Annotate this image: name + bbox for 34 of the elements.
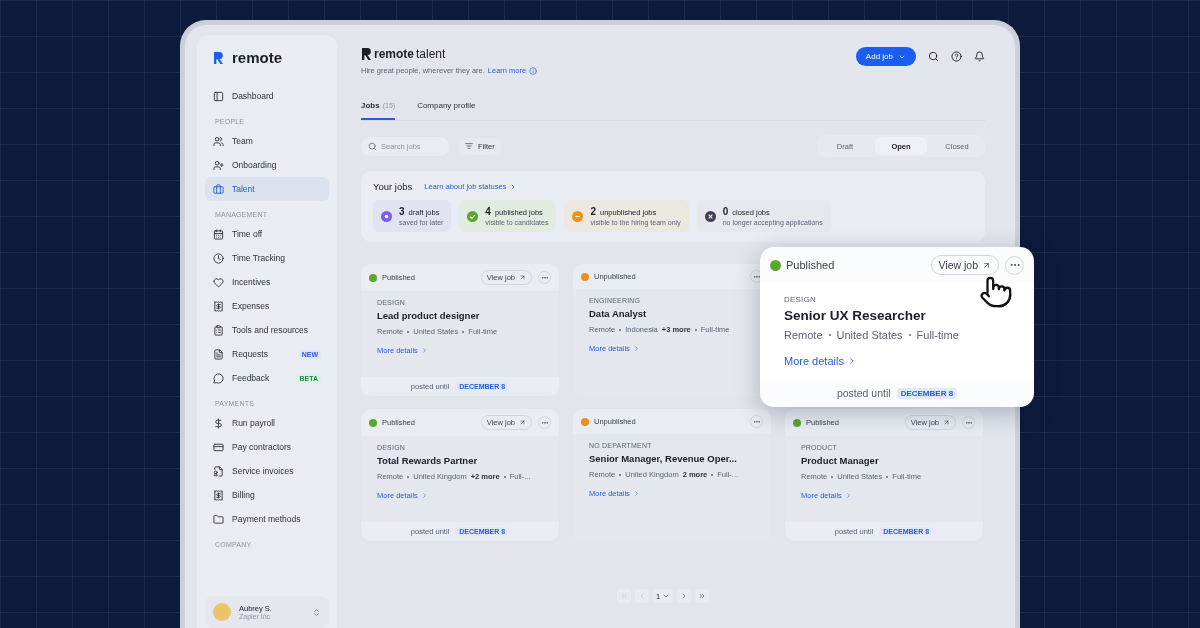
location-text: Remote [784,329,823,341]
sidebar-item[interactable]: Billing [205,483,329,507]
logo-text: remote [232,49,283,66]
location-text: Full-time [916,329,959,341]
more-details-link[interactable]: More details [784,355,857,367]
posted-until-text: posted until [836,387,891,399]
sidebar-item[interactable]: Pay contractors [205,435,329,459]
add-job-button[interactable]: Add job [855,47,916,66]
sidebar-item[interactable]: Service invoices [205,459,329,483]
job-title: Lead product designer [377,310,481,321]
job-title: Senior Manager, Revenue Oper... [589,453,738,464]
department-label: DESIGN [784,295,817,304]
product-name: talent [416,47,446,61]
brand-name: remote [374,47,414,61]
sidebar-item[interactable]: Team [205,129,329,153]
sidebar-item[interactable]: Tools and resources [205,318,329,342]
sidebar-item[interactable]: Onboarding [205,153,329,177]
tab[interactable]: Company profile [417,101,476,120]
sidebar-item[interactable]: Time off [205,222,329,246]
sidebar-item[interactable]: Payment methods [205,507,329,531]
sidebar-item[interactable]: Incentives [205,270,329,294]
status-label: Published [770,259,835,271]
summary-title: Your jobs [373,181,413,192]
job-title: Total Rewards Partner [377,455,479,466]
sidebar-item[interactable]: Talent [205,177,329,201]
job-title: Data Analyst [589,308,648,319]
sidebar-item[interactable]: Time Tracking [205,246,329,270]
location-text: United States [836,329,903,341]
job-title: Product Manager [801,455,880,466]
sidebar-item[interactable]: Expenses [205,294,329,318]
sidebar-item[interactable]: Run payroll [205,411,329,435]
sidebar-item[interactable]: Dashboard [205,84,329,108]
date-tag: DECEMBER 8 [896,387,958,399]
job-title: Senior UX Researcher [784,308,927,323]
